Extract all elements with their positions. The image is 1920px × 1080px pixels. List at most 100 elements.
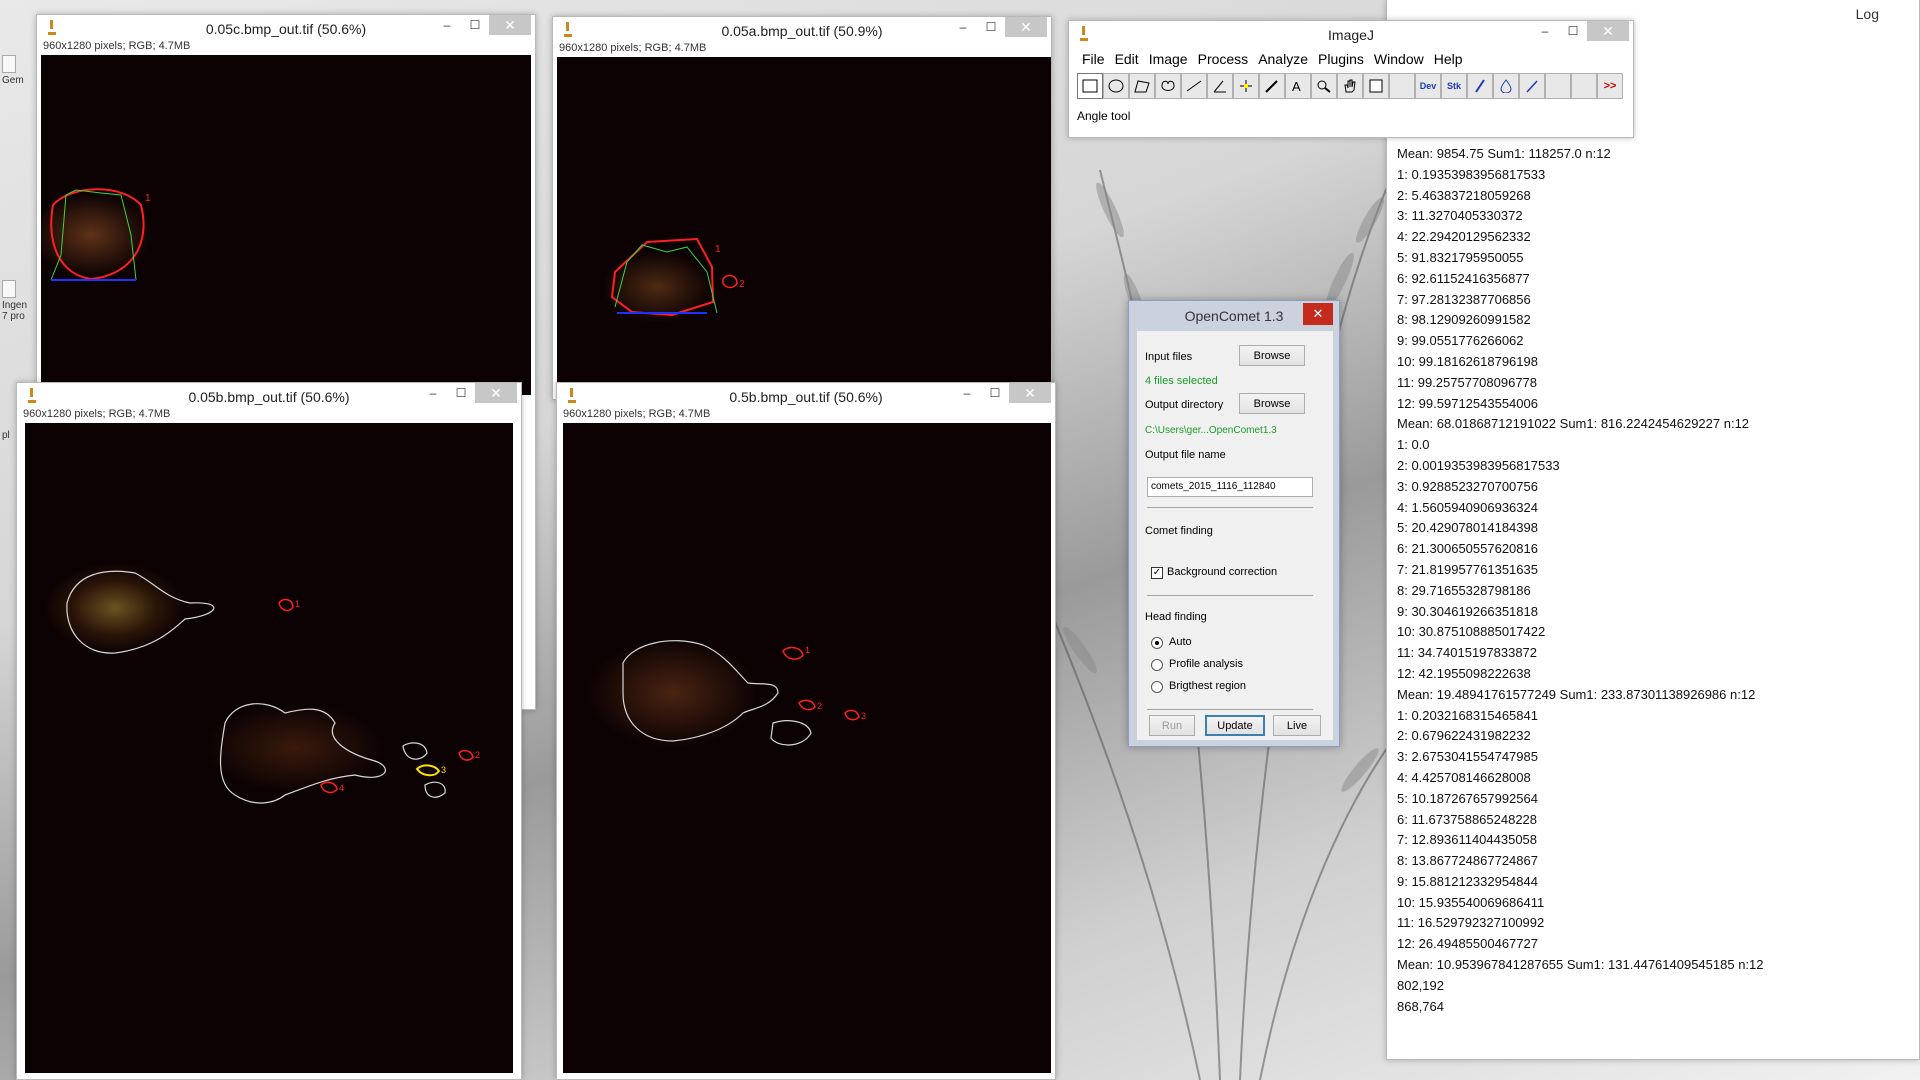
close-button[interactable]: ✕ [1303,303,1333,325]
close-button[interactable]: ✕ [1009,383,1051,403]
menu-edit[interactable]: Edit [1110,51,1144,67]
color-picker-icon[interactable] [1363,73,1389,99]
roi-number-label: 4 [339,783,344,793]
pencil-icon[interactable] [1519,73,1545,99]
roi-number-label: 1 [805,645,810,655]
maximize-button[interactable]: ☐ [461,15,489,35]
browse-output-button[interactable]: Browse [1239,393,1305,414]
title-bar[interactable]: 0.05a.bmp_out.tif (50.9%) ‒ ☐ ✕ [553,17,1051,45]
log-line: 8: 29.71655328798186 [1397,582,1531,598]
maximize-button[interactable]: ☐ [447,383,475,403]
log-line: Mean: 10.953967841287655 Sum1: 131.44761… [1397,957,1764,973]
close-button[interactable]: ✕ [1587,21,1629,41]
image-window-005a[interactable]: 0.05a.bmp_out.tif (50.9%) ‒ ☐ ✕ 960x1280… [552,16,1052,400]
browse-input-button[interactable]: Browse [1239,345,1305,366]
head-profile-radio[interactable] [1151,659,1163,671]
desktop-icon-1[interactable]: Gem [2,55,24,86]
maximize-button[interactable]: ☐ [981,383,1009,403]
angle-icon[interactable] [1207,73,1233,99]
image-window-005b[interactable]: 0.05b.bmp_out.tif (50.6%) ‒ ☐ ✕ 960x1280… [16,382,522,1080]
image-window-05b[interactable]: 0.5b.bmp_out.tif (50.6%) ‒ ☐ ✕ 960x1280 … [556,382,1056,1080]
minimize-button[interactable]: ‒ [419,383,447,403]
blank-tool[interactable] [1389,73,1415,99]
brush-icon[interactable] [1467,73,1493,99]
opencomet-dialog[interactable]: OpenComet 1.3 ✕ Input files Browse 4 fil… [1128,300,1340,747]
update-button[interactable]: Update [1205,715,1265,736]
roi-number-label: 2 [817,701,822,711]
log-line: 9: 30.304619266351818 [1397,603,1538,619]
wand-icon[interactable] [1259,73,1285,99]
menu-help[interactable]: Help [1429,51,1468,67]
output-file-name-input[interactable]: comets_2015_1116_112840 [1147,477,1313,497]
polygon-icon[interactable] [1129,73,1155,99]
menu-process[interactable]: Process [1193,51,1254,67]
maximize-button[interactable]: ☐ [977,17,1005,37]
roi-red-small-2 [458,749,474,761]
image-canvas[interactable]: 1 2 3 [563,423,1051,1073]
title-bar[interactable]: 0.05b.bmp_out.tif (50.6%) ‒ ☐ ✕ [17,383,521,411]
image-canvas[interactable]: 1 2 3 4 [25,423,513,1073]
background-correction-checkbox[interactable]: ✓ [1151,567,1163,579]
rectangle-icon[interactable] [1077,73,1103,99]
run-button[interactable]: Run [1149,715,1195,736]
hand-icon[interactable] [1337,73,1363,99]
roi-yellow-selected [415,764,441,777]
desktop-icon-3[interactable]: pl [2,430,10,441]
log-line: 6: 92.61152416356877 [1397,270,1530,286]
flood-icon[interactable] [1493,73,1519,99]
roi-number-label: 3 [861,711,866,721]
minimize-button[interactable]: ‒ [1531,21,1559,41]
log-text[interactable]: Mean: 9854.75 Sum1: 118257.0 n:12 1: 0.19… [1397,144,1919,1059]
head-auto-radio[interactable] [1151,637,1163,649]
log-line: 12: 26.49485500467727 [1397,936,1538,952]
title-bar[interactable]: 0.5b.bmp_out.tif (50.6%) ‒ ☐ ✕ [557,383,1055,411]
dev-menu-icon[interactable]: Dev [1415,73,1441,99]
menu-image[interactable]: Image [1144,51,1193,67]
magnifier-icon[interactable] [1311,73,1337,99]
log-line: 7: 12.893611404435058 [1397,832,1538,848]
roi-number-label: 1 [295,599,300,609]
log-line: 1: 0.0 [1397,437,1430,453]
head-auto-label: Auto [1169,636,1192,648]
imagej-main-window[interactable]: ImageJ ‒ ☐ ✕ File Edit Image Process Ana… [1068,20,1634,138]
tool-bar: A Dev Stk >> [1077,73,1623,99]
line-icon[interactable] [1181,73,1207,99]
desktop-icon-2[interactable]: Ingen 7 pro [2,280,27,322]
background-correction-label: Background correction [1167,566,1278,578]
head-brightest-radio[interactable] [1151,681,1163,693]
maximize-button[interactable]: ☐ [1559,21,1587,41]
minimize-button[interactable]: ‒ [949,17,977,37]
menu-analyze[interactable]: Analyze [1253,51,1313,67]
image-canvas[interactable]: 1 2 [557,57,1051,397]
menu-file[interactable]: File [1077,51,1110,67]
desktop-icon-label: pl [2,430,10,441]
more-tools-icon[interactable]: >> [1597,73,1623,99]
log-line: 3: 11.3270405330372 [1397,208,1523,224]
point-icon[interactable] [1233,73,1259,99]
menu-window[interactable]: Window [1369,51,1429,67]
title-bar[interactable]: ImageJ ‒ ☐ ✕ [1069,21,1633,49]
close-button[interactable]: ✕ [475,383,517,403]
freehand-icon[interactable] [1155,73,1181,99]
stack-menu-icon[interactable]: Stk [1441,73,1467,99]
log-line: 802,192 [1397,977,1444,993]
blank-tool-3[interactable] [1571,73,1597,99]
image-canvas[interactable]: 1 [41,55,531,395]
desktop-icon-label: Gem [2,75,24,86]
oval-icon[interactable] [1103,73,1129,99]
roi-number-label: 2 [475,750,480,760]
desktop-icon-label: Ingen 7 pro [2,300,28,322]
menu-plugins[interactable]: Plugins [1313,51,1369,67]
log-window[interactable]: Log Mean: 9854.75 Sum1: 118257.0 n:12 1: … [1386,0,1920,1060]
live-button[interactable]: Live [1273,715,1321,736]
close-button[interactable]: ✕ [1005,17,1047,37]
svg-text:A: A [1292,79,1301,93]
divider [1147,595,1313,596]
image-info: 960x1280 pixels; RGB; 4.7MB [563,408,711,420]
minimize-button[interactable]: ‒ [953,383,981,403]
minimize-button[interactable]: ‒ [433,15,461,35]
title-bar[interactable]: 0.05c.bmp_out.tif (50.6%) ‒ ☐ ✕ [37,15,535,43]
blank-tool-2[interactable] [1545,73,1571,99]
text-icon[interactable]: A [1285,73,1311,99]
close-button[interactable]: ✕ [489,15,531,35]
